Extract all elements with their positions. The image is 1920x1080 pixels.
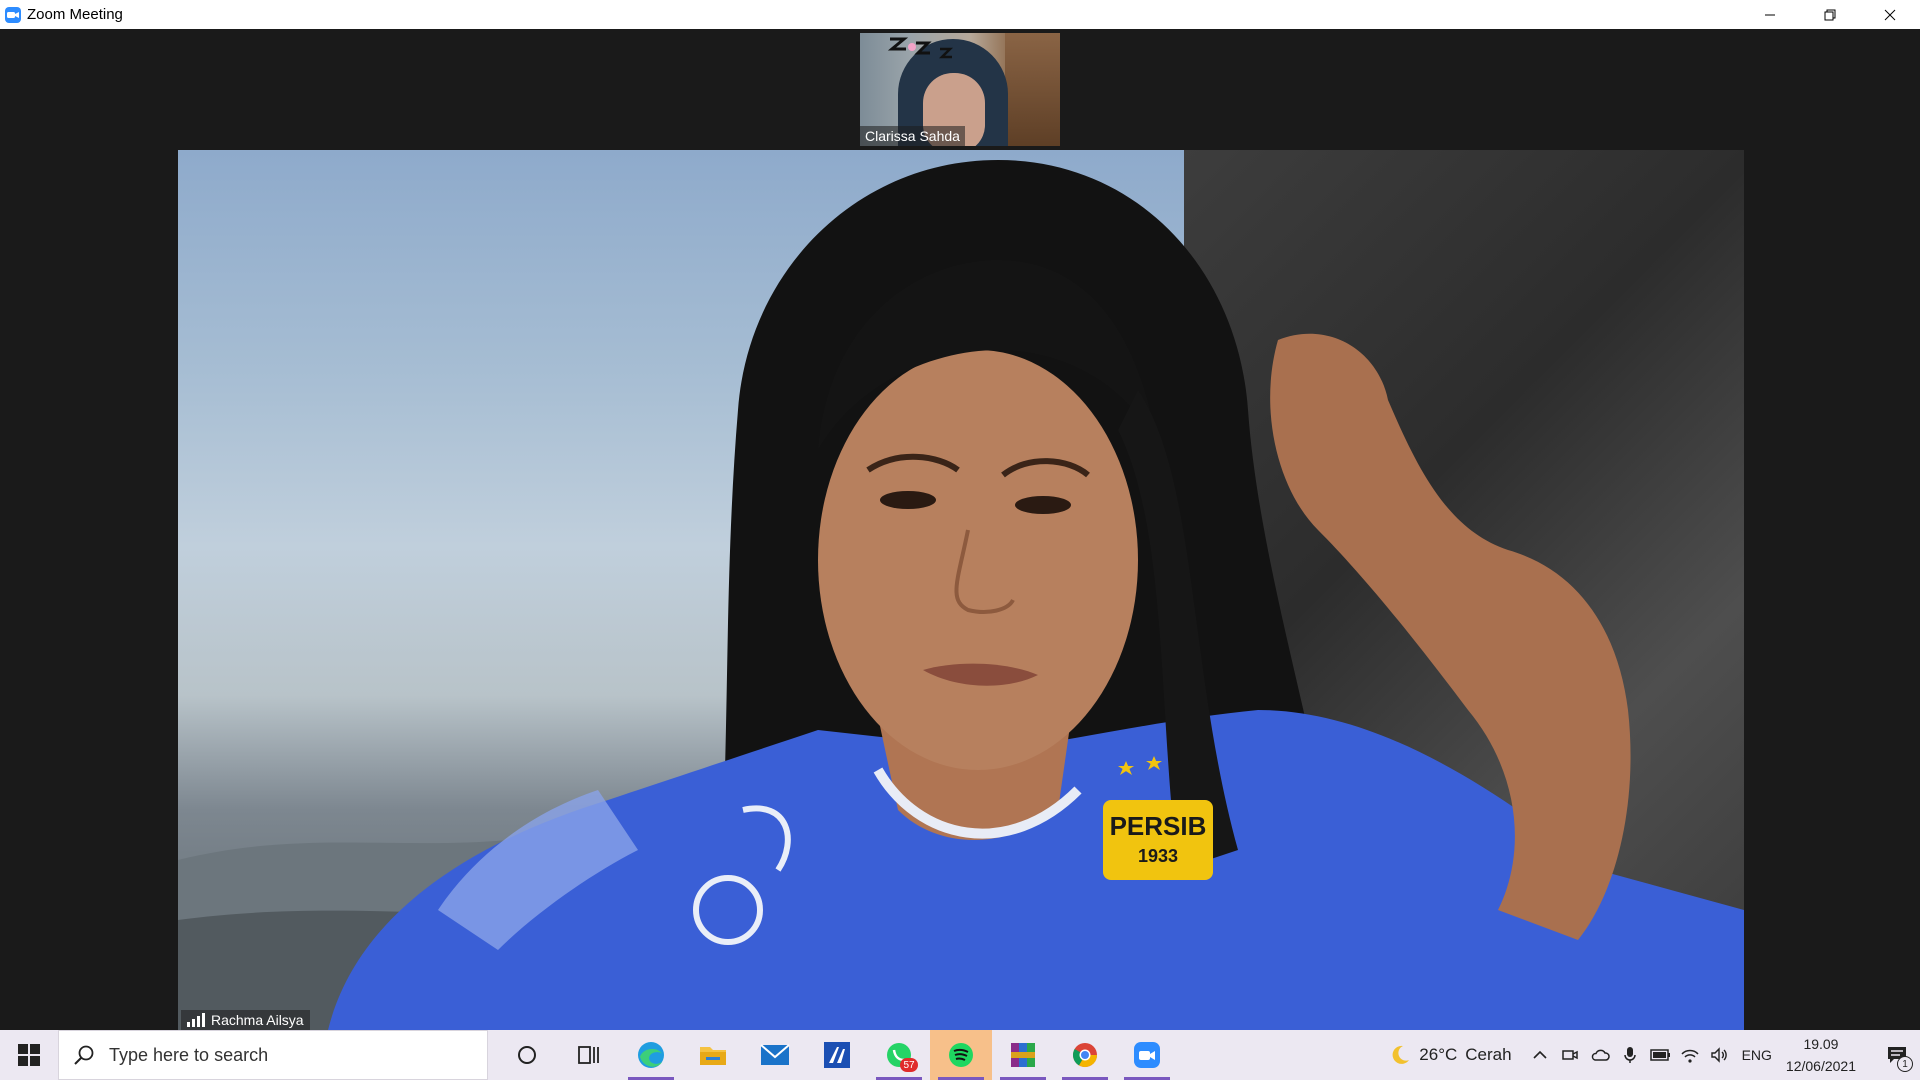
clock-date: 12/06/2021	[1785, 1058, 1856, 1074]
zoom-app-icon	[5, 6, 21, 23]
participant-thumbnail[interactable]: Clarissa Sahda	[860, 33, 1060, 146]
taskbar-app-mail[interactable]	[744, 1030, 806, 1080]
task-view-icon	[578, 1046, 599, 1064]
microphone-icon	[1623, 1047, 1636, 1063]
search-icon	[59, 1044, 109, 1066]
taskbar-app-chrome[interactable]	[1054, 1030, 1116, 1080]
search-placeholder: Type here to search	[109, 1044, 269, 1065]
speaker-icon	[1710, 1047, 1727, 1063]
edge-icon	[638, 1042, 664, 1068]
battery-icon	[1649, 1049, 1670, 1061]
spotify-icon	[949, 1043, 973, 1067]
whatsapp-unread-badge: 57	[900, 1058, 918, 1072]
sticker-decoration	[887, 37, 954, 59]
taskbar-app-winrar[interactable]	[992, 1030, 1054, 1080]
window-titlebar: Zoom Meeting	[0, 0, 1920, 29]
close-icon	[1884, 9, 1896, 20]
desktop-screen: Zoom Meeting Clarissa Sahda PERSIB 1933 …	[0, 0, 1920, 1080]
weather-widget[interactable]: 26°C Cerah	[1389, 1044, 1512, 1066]
clock-time: 19.09	[1803, 1036, 1839, 1052]
action-center-button[interactable]: 1	[1874, 1030, 1920, 1080]
taskbar-search-box[interactable]: Type here to search	[58, 1030, 488, 1080]
chrome-icon	[1072, 1043, 1097, 1068]
jersey-text: PERSIB	[1110, 811, 1207, 841]
cortana-button[interactable]	[496, 1030, 558, 1080]
main-video-feed[interactable]: PERSIB 1933 Rachma Ailsya	[178, 150, 1744, 1030]
circle-icon	[518, 1046, 536, 1064]
winrar-icon	[1011, 1043, 1035, 1067]
participant-person: PERSIB 1933	[328, 160, 1744, 1030]
chevron-up-icon	[1533, 1050, 1547, 1059]
taskbar-clock[interactable]: 19.09 12/06/2021	[1786, 1033, 1856, 1077]
camera-icon	[1561, 1050, 1578, 1060]
thumbnail-participant-name: Clarissa Sahda	[860, 126, 965, 146]
start-button[interactable]	[0, 1030, 58, 1080]
notification-count-badge: 1	[1897, 1056, 1913, 1072]
restore-icon	[1824, 9, 1836, 20]
meet-now-button[interactable]	[1560, 1045, 1580, 1065]
input-language-indicator[interactable]: ENG	[1742, 1047, 1772, 1063]
folder-icon	[700, 1047, 726, 1065]
signal-strength-icon	[187, 1013, 205, 1027]
windows-taskbar: Type here to search 57 26°C Cerah ENG 19…	[0, 1030, 1920, 1080]
wifi-icon	[1681, 1049, 1699, 1063]
windows-logo-icon	[18, 1044, 40, 1066]
volume-button[interactable]	[1710, 1045, 1730, 1065]
tray-icons	[1530, 1045, 1730, 1065]
system-tray: 26°C Cerah ENG 19.09 12/06/2021 1	[1389, 1030, 1920, 1080]
app-icon	[824, 1042, 850, 1068]
restore-button[interactable]	[1800, 0, 1860, 29]
microphone-button[interactable]	[1620, 1045, 1640, 1065]
zoom-icon	[1134, 1042, 1160, 1068]
window-title: Zoom Meeting	[27, 6, 123, 23]
taskbar-app-edge[interactable]	[620, 1030, 682, 1080]
window-controls	[1740, 0, 1920, 29]
weather-condition: Cerah	[1465, 1045, 1512, 1064]
main-participant-name-tag: Rachma Ailsya	[181, 1010, 310, 1030]
weather-temperature: 26°C	[1419, 1045, 1458, 1064]
onedrive-button[interactable]	[1590, 1045, 1610, 1065]
jersey-year: 1933	[1138, 846, 1178, 866]
taskbar-app-spotify[interactable]	[930, 1030, 992, 1080]
task-view-button[interactable]	[558, 1030, 620, 1080]
show-hidden-icons-button[interactable]	[1530, 1045, 1550, 1065]
taskbar-app-file-explorer[interactable]	[682, 1030, 744, 1080]
cloud-icon	[1591, 1049, 1610, 1061]
minimize-icon	[1765, 14, 1775, 15]
main-participant-name: Rachma Ailsya	[211, 1012, 304, 1028]
taskbar-app-zoom[interactable]	[1116, 1030, 1178, 1080]
mail-icon	[760, 1044, 790, 1065]
close-button[interactable]	[1860, 0, 1920, 29]
moon-icon	[1392, 1045, 1410, 1064]
taskbar-app-pinned[interactable]	[806, 1030, 868, 1080]
taskbar-pinned-apps: 57	[496, 1030, 1178, 1080]
thumbnail-background	[1005, 33, 1060, 146]
meeting-area: Clarissa Sahda PERSIB 1933 Rachma Ailsya	[0, 29, 1920, 1030]
wifi-button[interactable]	[1680, 1045, 1700, 1065]
minimize-button[interactable]	[1740, 0, 1800, 29]
battery-button[interactable]	[1649, 1045, 1670, 1065]
taskbar-app-whatsapp[interactable]: 57	[868, 1030, 930, 1080]
